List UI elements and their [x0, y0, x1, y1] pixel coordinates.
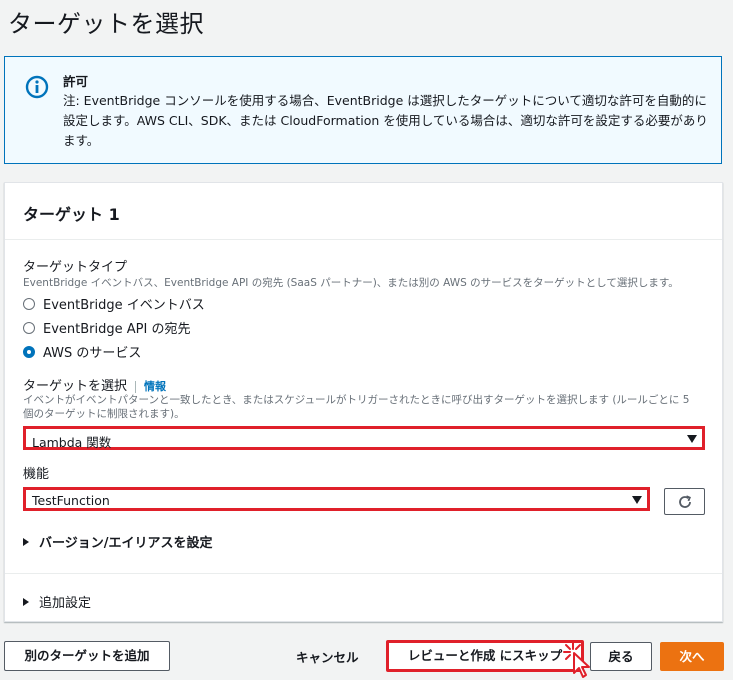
divider [5, 573, 722, 574]
caret-down-icon [632, 496, 642, 504]
target-select[interactable]: Lambda 関数 [23, 426, 705, 450]
caret-right-icon [23, 537, 29, 546]
additional-settings-label: 追加設定 [39, 596, 92, 611]
select-target-label: ターゲットを選択 [23, 379, 128, 394]
info-alert: 許可 注: EventBridge コンソールを使用する場合、EventBrid… [4, 56, 722, 164]
additional-settings-expander[interactable]: 追加設定 [23, 592, 91, 611]
function-select[interactable]: TestFunction [23, 487, 650, 511]
target-panel: ターゲット 1 ターゲットタイプ EventBridge イベントバス、Even… [4, 182, 723, 622]
radio-label: EventBridge イベントバス [43, 298, 205, 313]
radio-aws-service[interactable]: AWS のサービス [23, 342, 141, 361]
version-alias-expander[interactable]: バージョン/エイリアスを設定 [23, 532, 213, 551]
cancel-button[interactable]: キャンセル [296, 647, 359, 666]
radio-eventbridge-event-bus[interactable]: EventBridge イベントバス [23, 294, 205, 313]
function-select-value: TestFunction [32, 493, 110, 508]
page-title: ターゲットを選択 [8, 10, 204, 38]
panel-header: ターゲット 1 [5, 183, 722, 240]
back-button[interactable]: 戻る [590, 642, 652, 671]
target-type-description: EventBridge イベントバス、EventBridge API の宛先 (… [23, 277, 679, 289]
caret-down-icon [687, 435, 697, 443]
info-icon [25, 75, 49, 99]
target-select-value: Lambda 関数 [32, 435, 112, 450]
refresh-button[interactable] [664, 488, 705, 515]
function-label: 機能 [23, 467, 50, 482]
radio-eventbridge-api-destination[interactable]: EventBridge API の宛先 [23, 318, 190, 337]
version-alias-label: バージョン/エイリアスを設定 [39, 536, 213, 551]
info-title: 許可 [63, 74, 89, 89]
radio-button-selected[interactable] [23, 345, 35, 358]
radio-button[interactable] [23, 321, 35, 334]
info-text: 注: EventBridge コンソールを使用する場合、EventBridge … [63, 93, 708, 148]
radio-label: AWS のサービス [43, 346, 142, 361]
skip-to-review-button[interactable]: レビューと作成 にスキップ [386, 640, 584, 672]
select-target-description: イベントがイベントパターンと一致したとき、またはスケジュールがトリガーされたとき… [23, 394, 690, 420]
refresh-icon [679, 495, 691, 508]
info-link[interactable]: 情報 [144, 380, 166, 393]
select-target-label-row: ターゲットを選択 情報 [23, 375, 166, 394]
radio-button[interactable] [23, 297, 35, 310]
radio-label: EventBridge API の宛先 [43, 322, 191, 337]
caret-right-icon [23, 597, 29, 606]
add-target-button[interactable]: 別のターゲットを追加 [4, 641, 170, 671]
separator [135, 380, 137, 393]
next-button[interactable]: 次へ [660, 642, 724, 671]
target-heading: ターゲット 1 [23, 205, 120, 224]
target-type-label: ターゲットタイプ [23, 260, 128, 275]
